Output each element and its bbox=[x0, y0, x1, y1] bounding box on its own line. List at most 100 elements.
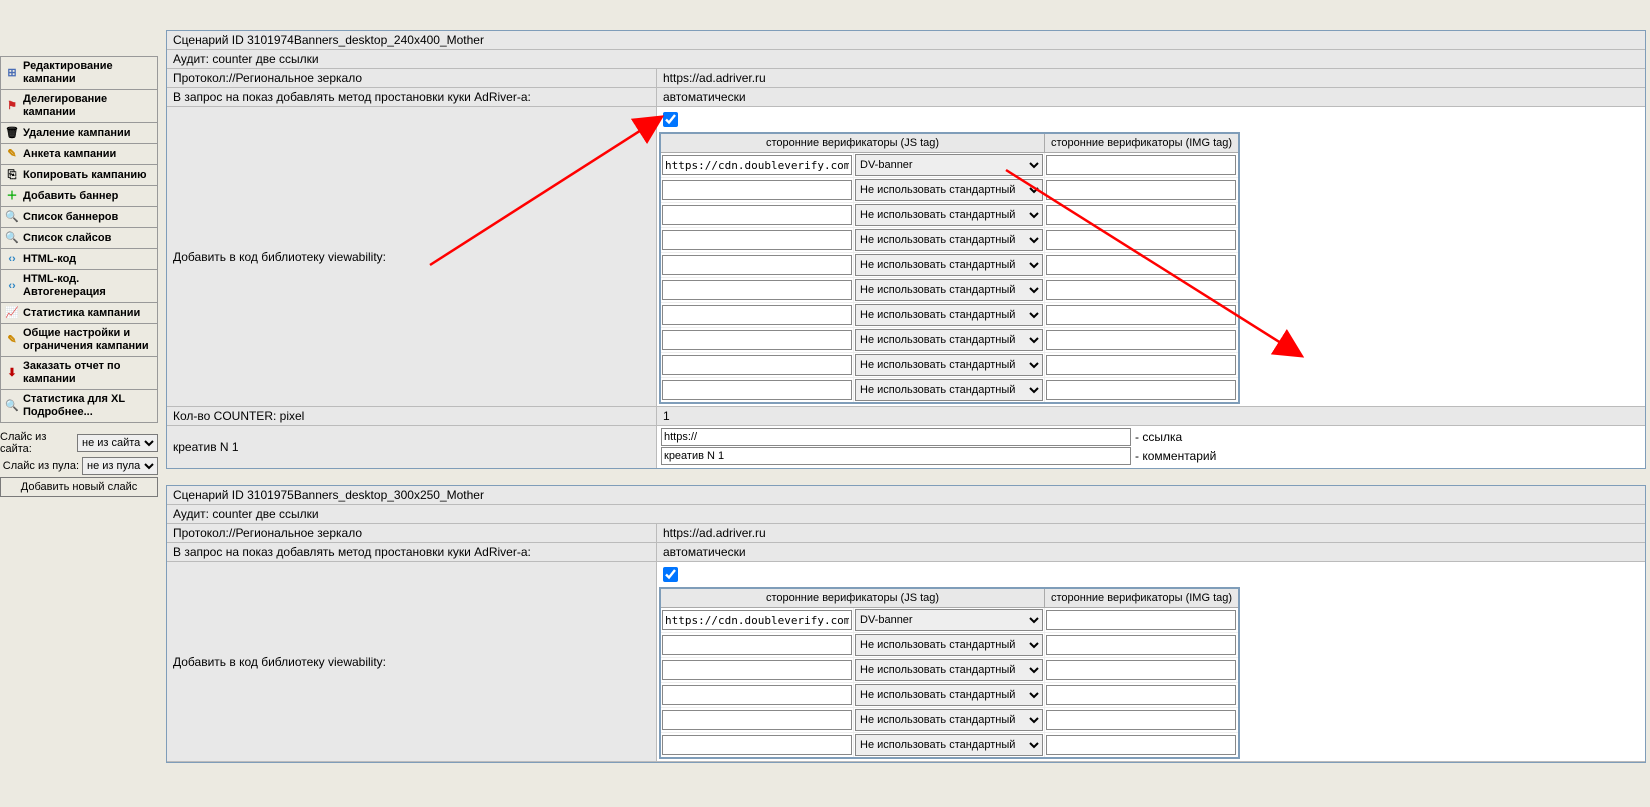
scenario-title: Сценарий ID 3101975Banners_desktop_300x2… bbox=[167, 486, 1645, 505]
verifier-img-input[interactable] bbox=[1046, 230, 1236, 250]
side-label: HTML-код bbox=[23, 253, 76, 266]
verifier-row: DV-banner bbox=[660, 153, 1239, 178]
verifier-type-select[interactable]: Не использовать стандартный bbox=[855, 354, 1043, 376]
side-label: Редактирование кампании bbox=[23, 60, 153, 86]
verifier-url-input[interactable] bbox=[662, 255, 852, 275]
add-slice-button[interactable]: Добавить новый слайс bbox=[0, 477, 158, 497]
side-label: Статистика кампании bbox=[23, 307, 140, 320]
side-order-report[interactable]: ⬇Заказать отчет по кампании bbox=[0, 356, 158, 389]
protocol-label: Протокол://Региональное зеркало bbox=[167, 524, 657, 542]
verifier-url-input[interactable] bbox=[662, 355, 852, 375]
side-edit-campaign[interactable]: ⊞ Редактирование кампании bbox=[0, 56, 158, 89]
search-icon: 🔍 bbox=[5, 210, 19, 224]
th-img: сторонние верификаторы (IMG tag) bbox=[1045, 133, 1240, 153]
verifier-type-select[interactable]: Не использовать стандартный bbox=[855, 659, 1043, 681]
verifier-url-input[interactable] bbox=[662, 635, 852, 655]
cookie-value: автоматически bbox=[657, 543, 1645, 561]
verifier-row: Не использовать стандартный bbox=[660, 683, 1239, 708]
verifier-type-select[interactable]: Не использовать стандартный bbox=[855, 684, 1043, 706]
side-delegate-campaign[interactable]: ⚑Делегирование кампании bbox=[0, 89, 158, 122]
verifier-img-input[interactable] bbox=[1046, 205, 1236, 225]
verifier-type-select[interactable]: Не использовать стандартный bbox=[855, 709, 1043, 731]
verifier-url-input[interactable] bbox=[662, 610, 852, 630]
verifier-img-input[interactable] bbox=[1046, 735, 1236, 755]
slice-pool-select[interactable]: не из пула bbox=[82, 457, 158, 475]
side-label: Общие настройки и ограничения кампании bbox=[23, 327, 153, 353]
verifier-type-select[interactable]: Не использовать стандартный bbox=[855, 279, 1043, 301]
side-label: Добавить баннер bbox=[23, 190, 118, 203]
verifier-row: Не использовать стандартный bbox=[660, 178, 1239, 203]
verifier-type-select[interactable]: Не использовать стандартный bbox=[855, 329, 1043, 351]
verifier-type-select[interactable]: Не использовать стандартный bbox=[855, 204, 1043, 226]
verifier-url-input[interactable] bbox=[662, 280, 852, 300]
verifier-img-input[interactable] bbox=[1046, 155, 1236, 175]
verifier-url-input[interactable] bbox=[662, 305, 852, 325]
verifier-img-input[interactable] bbox=[1046, 610, 1236, 630]
verifier-row: Не использовать стандартный bbox=[660, 303, 1239, 328]
verifier-type-select[interactable]: Не использовать стандартный bbox=[855, 304, 1043, 326]
verifier-img-input[interactable] bbox=[1046, 380, 1236, 400]
side-label: Список слайсов bbox=[23, 232, 111, 245]
creative-link-suffix: - ссылка bbox=[1135, 430, 1182, 444]
side-label: HTML-код. Автогенерация bbox=[23, 273, 153, 299]
verifier-img-input[interactable] bbox=[1046, 660, 1236, 680]
grid-icon: ⊞ bbox=[5, 66, 19, 80]
verifier-url-input[interactable] bbox=[662, 380, 852, 400]
side-label: Статистика для XL Подробнее... bbox=[23, 393, 153, 419]
counter-value: 1 bbox=[657, 407, 1645, 425]
verifier-row: Не использовать стандартный bbox=[660, 658, 1239, 683]
verifier-img-input[interactable] bbox=[1046, 685, 1236, 705]
th-js: сторонние верификаторы (JS tag) bbox=[660, 133, 1045, 153]
copy-icon: ⎘ bbox=[5, 168, 19, 182]
side-copy-campaign[interactable]: ⎘Копировать кампанию bbox=[0, 164, 158, 185]
verifier-url-input[interactable] bbox=[662, 230, 852, 250]
side-html-code[interactable]: ‹›HTML-код bbox=[0, 248, 158, 269]
side-banner-list[interactable]: 🔍Список баннеров bbox=[0, 206, 158, 227]
side-add-banner[interactable]: ＋Добавить баннер bbox=[0, 185, 158, 206]
verifier-row: Не использовать стандартный bbox=[660, 253, 1239, 278]
side-slice-list[interactable]: 🔍 Список слайсов bbox=[0, 227, 158, 248]
creative-link-input[interactable] bbox=[661, 428, 1131, 446]
verifiers-table: сторонние верификаторы (JS tag) сторонни… bbox=[659, 587, 1240, 759]
verifier-img-input[interactable] bbox=[1046, 355, 1236, 375]
verifier-type-select[interactable]: DV-banner bbox=[855, 154, 1043, 176]
side-campaign-form[interactable]: ✎Анкета кампании bbox=[0, 143, 158, 164]
verifier-url-input[interactable] bbox=[662, 685, 852, 705]
side-stats-xl[interactable]: 🔍Статистика для XL Подробнее... bbox=[0, 389, 158, 423]
verifier-url-input[interactable] bbox=[662, 155, 852, 175]
verifier-type-select[interactable]: DV-banner bbox=[855, 609, 1043, 631]
verifier-img-input[interactable] bbox=[1046, 180, 1236, 200]
verifier-img-input[interactable] bbox=[1046, 255, 1236, 275]
creative-comment-input[interactable] bbox=[661, 447, 1131, 465]
viewability-checkbox[interactable] bbox=[663, 112, 678, 127]
slice-site-select[interactable]: не из сайта bbox=[77, 434, 158, 452]
verifier-img-input[interactable] bbox=[1046, 280, 1236, 300]
verifier-img-input[interactable] bbox=[1046, 635, 1236, 655]
verifier-type-select[interactable]: Не использовать стандартный bbox=[855, 179, 1043, 201]
scenario-block-2: Сценарий ID 3101975Banners_desktop_300x2… bbox=[166, 485, 1646, 763]
verifier-type-select[interactable]: Не использовать стандартный bbox=[855, 634, 1043, 656]
verifier-img-input[interactable] bbox=[1046, 710, 1236, 730]
verifier-img-input[interactable] bbox=[1046, 305, 1236, 325]
side-settings-limits[interactable]: ✎ Общие настройки и ограничения кампании bbox=[0, 323, 158, 356]
pencil-icon: ✎ bbox=[5, 333, 19, 347]
verifier-type-select[interactable]: Не использовать стандартный bbox=[855, 734, 1043, 756]
verifier-type-select[interactable]: Не использовать стандартный bbox=[855, 229, 1043, 251]
code-icon: ‹› bbox=[5, 279, 19, 293]
verifier-url-input[interactable] bbox=[662, 330, 852, 350]
viewability-checkbox[interactable] bbox=[663, 567, 678, 582]
verifier-type-select[interactable]: Не использовать стандартный bbox=[855, 254, 1043, 276]
verifier-url-input[interactable] bbox=[662, 660, 852, 680]
verifier-url-input[interactable] bbox=[662, 710, 852, 730]
search-icon: 🔍 bbox=[5, 231, 19, 245]
verifier-type-select[interactable]: Не использовать стандартный bbox=[855, 379, 1043, 401]
verifier-row: Не использовать стандартный bbox=[660, 378, 1239, 404]
verifier-img-input[interactable] bbox=[1046, 330, 1236, 350]
side-html-autogen[interactable]: ‹› HTML-код. Автогенерация bbox=[0, 269, 158, 302]
verifier-url-input[interactable] bbox=[662, 735, 852, 755]
verifier-url-input[interactable] bbox=[662, 205, 852, 225]
side-delete-campaign[interactable]: 🗑Удаление кампании bbox=[0, 122, 158, 143]
side-stats[interactable]: 📈Статистика кампании bbox=[0, 302, 158, 323]
verifier-url-input[interactable] bbox=[662, 180, 852, 200]
verifier-row: Не использовать стандартный bbox=[660, 708, 1239, 733]
